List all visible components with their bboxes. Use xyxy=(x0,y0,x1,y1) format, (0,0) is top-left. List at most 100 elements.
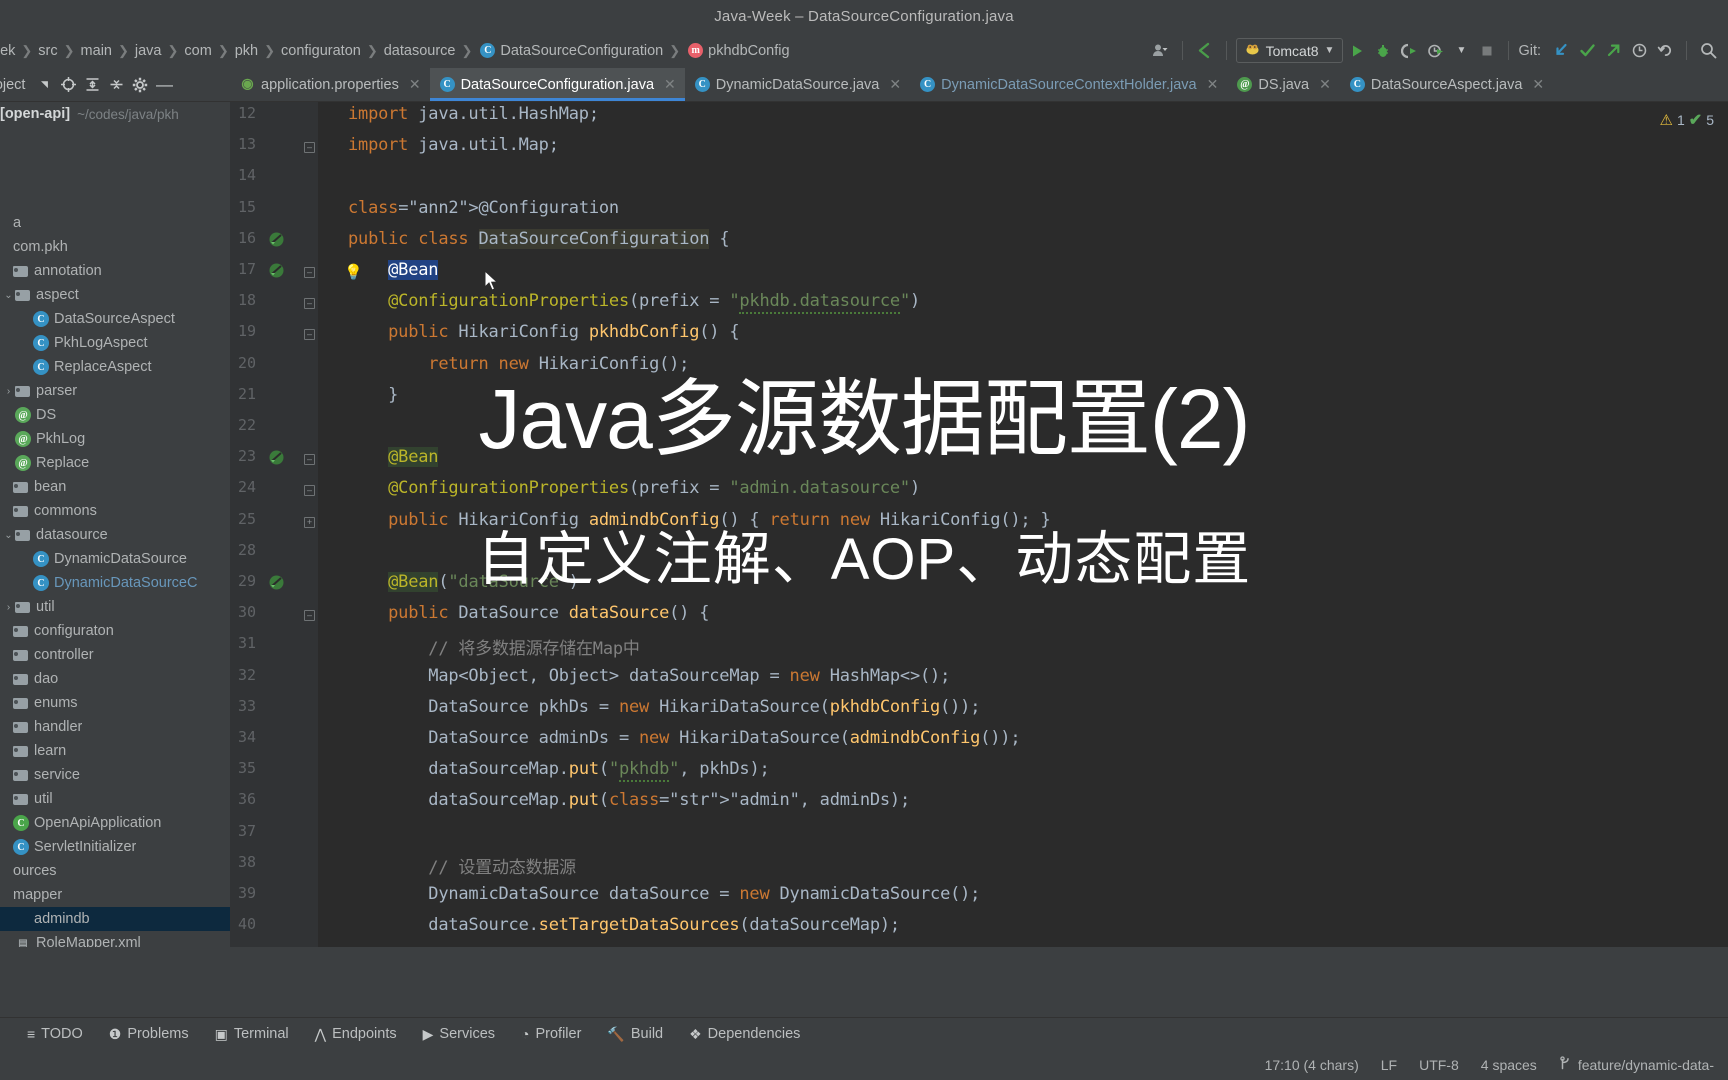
code-line[interactable]: class="ann2">@Configuration xyxy=(348,198,619,218)
back-arrow-icon[interactable] xyxy=(1192,38,1217,64)
run-with-coverage-icon[interactable] xyxy=(1397,38,1421,64)
project-tree-row[interactable]: learn xyxy=(0,739,230,763)
locate-target-icon[interactable] xyxy=(57,74,79,96)
expand-all-icon[interactable] xyxy=(81,74,103,96)
close-icon[interactable]: ✕ xyxy=(1319,76,1331,93)
code-line[interactable]: import java.util.HashMap; xyxy=(348,104,599,124)
breadcrumb-item[interactable]: datasource xyxy=(380,43,460,59)
close-icon[interactable]: ✕ xyxy=(889,76,901,93)
profiler-run-icon[interactable] xyxy=(1423,38,1447,64)
breadcrumb-item[interactable]: java xyxy=(131,43,166,59)
breadcrumb-item[interactable]: src xyxy=(34,43,61,59)
profiler-dropdown-icon[interactable]: ▼ xyxy=(1449,38,1473,64)
project-tree-row[interactable]: annotation xyxy=(0,259,230,283)
project-tree-row[interactable]: ources xyxy=(0,859,230,883)
project-tree-row[interactable]: C DataSourceAspect xyxy=(0,307,230,331)
project-tree-row[interactable]: util xyxy=(0,787,230,811)
breadcrumb-item[interactable]: configuraton xyxy=(277,43,365,59)
fold-collapse-icon[interactable]: – xyxy=(304,610,315,622)
close-icon[interactable]: ✕ xyxy=(409,76,421,93)
code-line[interactable]: // 设置动态数据源 xyxy=(348,853,576,878)
code-line[interactable]: @ConfigurationProperties(prefix = "pkhdb… xyxy=(348,291,920,315)
project-tree-row[interactable]: ⌄ aspect xyxy=(0,283,230,307)
project-tree-row[interactable]: C ServletInitializer xyxy=(0,835,230,859)
run-configuration-selector[interactable]: Tomcat8 ▼ xyxy=(1235,38,1344,63)
project-tree-row[interactable]: bean xyxy=(0,475,230,499)
indent-setting[interactable]: 4 spaces xyxy=(1481,1057,1537,1073)
editor-tab[interactable]: @ DS.java ✕ xyxy=(1227,68,1340,101)
git-rollback-icon[interactable] xyxy=(1653,38,1677,64)
code-line[interactable]: public class DataSourceConfiguration { xyxy=(348,228,730,249)
project-tree-row[interactable]: C OpenApiApplication xyxy=(0,811,230,835)
code-line[interactable]: DataSource pkhDs = new HikariDataSource(… xyxy=(348,697,980,717)
debug-bug-icon[interactable] xyxy=(1371,38,1395,64)
git-commit-checkmark-icon[interactable] xyxy=(1575,38,1599,64)
code-line[interactable]: dataSource.setTargetDataSources(dataSour… xyxy=(348,915,900,935)
code-line[interactable]: public DataSource dataSource() { xyxy=(348,603,709,623)
chevron-down-icon[interactable]: ▼ xyxy=(1325,45,1335,56)
project-tree-row[interactable]: admindb xyxy=(0,907,230,931)
tool-window-button[interactable]: 🔨 Build xyxy=(594,1021,676,1047)
file-encoding[interactable]: UTF-8 xyxy=(1419,1057,1459,1073)
spring-bean-gutter-icon[interactable] xyxy=(268,231,285,251)
collapse-dropdown-icon[interactable]: ◥ xyxy=(33,74,55,96)
search-everywhere-icon[interactable] xyxy=(1696,38,1720,64)
git-update-project-icon[interactable] xyxy=(1549,38,1573,64)
tool-window-button[interactable]: ◔ Profiler xyxy=(508,1021,594,1047)
hide-panel-icon[interactable]: — xyxy=(153,74,175,96)
project-tree-row[interactable]: com.pkh xyxy=(0,235,230,259)
tool-window-button[interactable]: ≡ TODO xyxy=(14,1021,96,1047)
tool-window-button[interactable]: ▶ Services xyxy=(410,1021,508,1047)
project-tree-row[interactable]: handler xyxy=(0,715,230,739)
code-line[interactable]: dataSourceMap.put("pkhdb", pkhDs); xyxy=(348,759,770,783)
code-line[interactable]: dataSourceMap.put(class="str">"admin", a… xyxy=(348,790,910,810)
breadcrumb-item[interactable]: pkh xyxy=(231,43,262,59)
code-line[interactable]: DataSource adminDs = new HikariDataSourc… xyxy=(348,728,1020,748)
project-tree-row[interactable]: ▤ RoleMapper.xml xyxy=(0,931,230,947)
breadcrumb-item[interactable]: C DataSourceConfiguration xyxy=(474,43,667,59)
tool-window-button[interactable]: ❖ Dependencies xyxy=(676,1021,813,1047)
editor-tab[interactable]: C DataSourceAspect.java ✕ xyxy=(1340,68,1553,101)
close-icon[interactable]: ✕ xyxy=(1532,76,1544,93)
project-tree-row[interactable]: a xyxy=(0,211,230,235)
close-icon[interactable]: ✕ xyxy=(1207,76,1219,93)
chevron-right-icon[interactable]: › xyxy=(2,602,15,613)
inspection-status-widget[interactable]: ⚠ 1 ✔ 5 xyxy=(1660,110,1714,130)
collapse-all-icon[interactable] xyxy=(105,74,127,96)
run-play-icon[interactable] xyxy=(1345,38,1369,64)
stop-square-icon[interactable] xyxy=(1475,38,1499,64)
breadcrumb-item[interactable]: com xyxy=(180,43,215,59)
project-tree-row[interactable]: configuraton xyxy=(0,619,230,643)
code-line[interactable]: @ConfigurationProperties(prefix = "admin… xyxy=(348,478,920,498)
project-tree-row[interactable]: service xyxy=(0,763,230,787)
spring-bean-gutter-icon[interactable] xyxy=(268,262,285,282)
breadcrumb-item[interactable]: m pkhdbConfig xyxy=(682,43,793,59)
project-root-row[interactable]: [open-api] ~/codes/java/pkh xyxy=(0,102,183,126)
tool-window-button[interactable]: ❶ Problems xyxy=(96,1021,202,1047)
project-tree-row[interactable]: enums xyxy=(0,691,230,715)
fold-collapse-icon[interactable]: – xyxy=(304,142,315,154)
fold-collapse-icon[interactable]: – xyxy=(304,298,315,310)
settings-gear-icon[interactable] xyxy=(129,74,151,96)
close-icon[interactable]: ✕ xyxy=(664,76,676,93)
project-tree-row[interactable]: › util xyxy=(0,595,230,619)
code-line[interactable]: DynamicDataSource dataSource = new Dynam… xyxy=(348,884,980,904)
editor-tab[interactable]: ◉ application.properties ✕ xyxy=(230,68,430,101)
breadcrumb-item[interactable]: eek xyxy=(0,43,19,59)
project-tree-row[interactable]: controller xyxy=(0,643,230,667)
breadcrumb-item[interactable]: main xyxy=(77,43,116,59)
tool-window-button[interactable]: ▣ Terminal xyxy=(202,1021,302,1047)
line-separator[interactable]: LF xyxy=(1381,1057,1397,1073)
caret-position[interactable]: 17:10 (4 chars) xyxy=(1265,1057,1359,1073)
code-line[interactable]: @Bean xyxy=(348,260,439,280)
fold-collapse-icon[interactable]: – xyxy=(304,485,315,497)
fold-collapse-icon[interactable]: – xyxy=(304,267,315,278)
code-line[interactable]: public HikariConfig pkhdbConfig() { xyxy=(348,322,739,342)
project-tree-row[interactable]: dao xyxy=(0,667,230,691)
code-line[interactable]: // 将多数据源存储在Map中 xyxy=(348,634,640,659)
git-push-arrow-icon[interactable] xyxy=(1601,38,1625,64)
fold-collapse-icon[interactable]: – xyxy=(304,329,315,341)
editor-tab[interactable]: C DataSourceConfiguration.java ✕ xyxy=(429,68,685,101)
chevron-down-icon[interactable]: ⌄ xyxy=(2,290,15,301)
code-line[interactable]: Map<Object, Object> dataSourceMap = new … xyxy=(348,666,950,686)
